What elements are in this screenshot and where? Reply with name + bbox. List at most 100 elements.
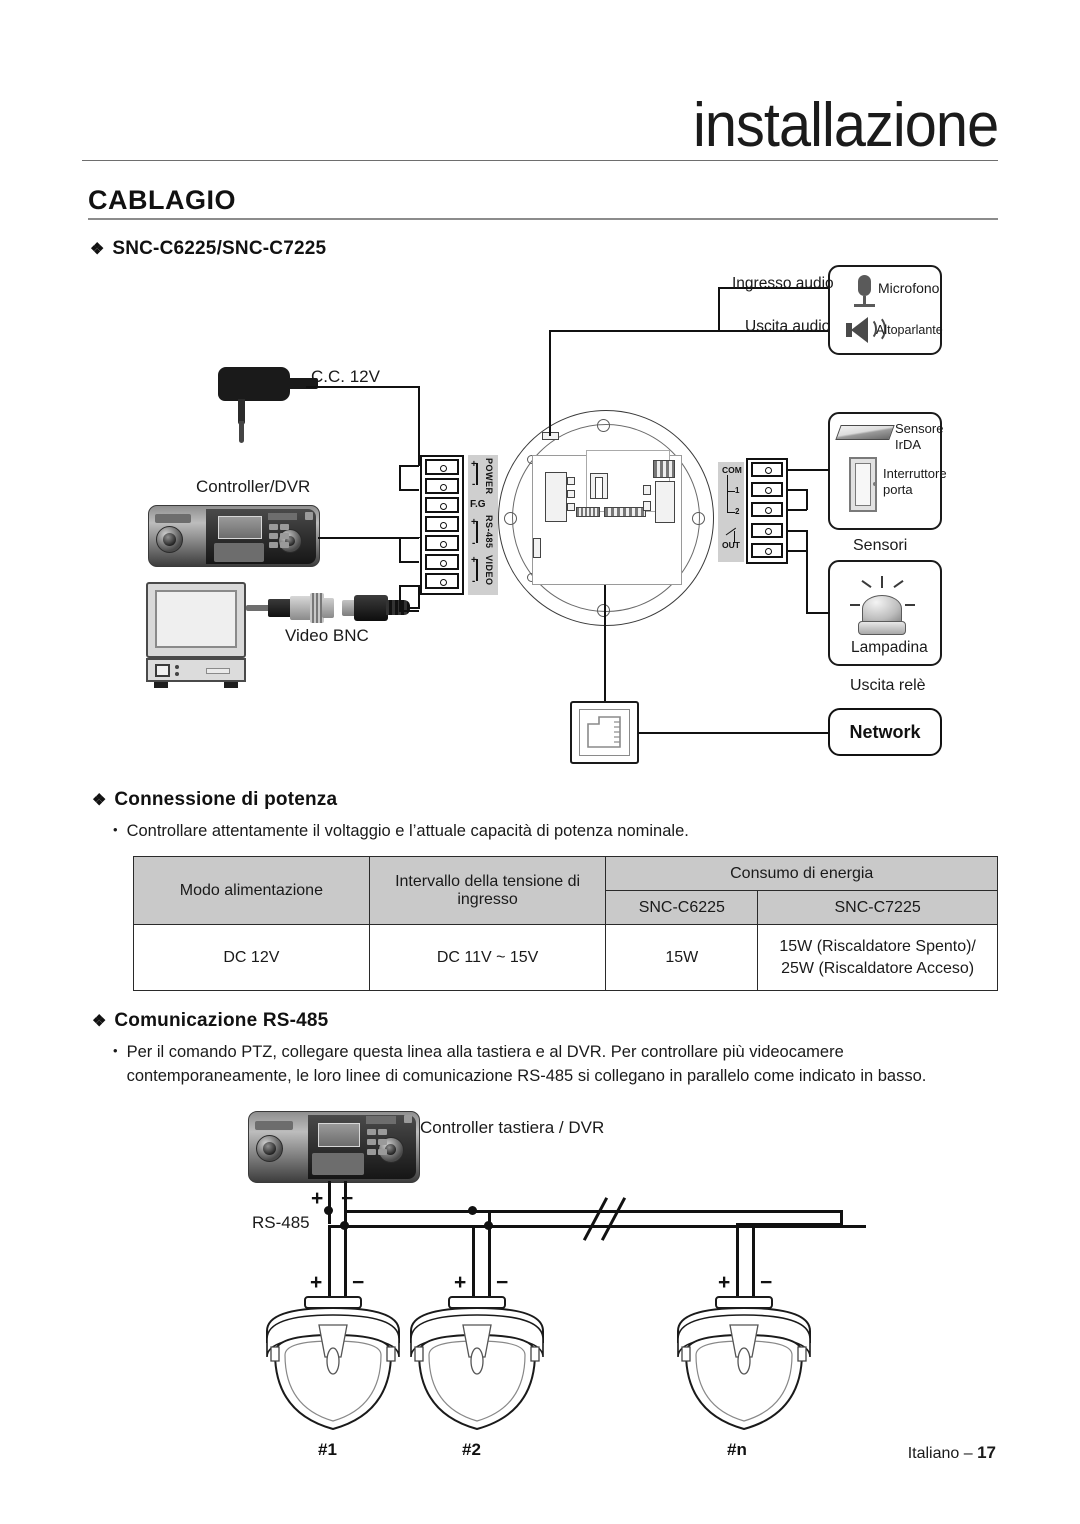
rs485-note-text: Per il comando PTZ, collegare questa lin… (127, 1041, 927, 1089)
wire-audio-out-h (549, 330, 719, 332)
dc-power-label: C.C. 12V (311, 367, 380, 386)
sensor-label-1: 1 (735, 486, 740, 495)
camera-id-2: #2 (462, 1440, 481, 1459)
cam1-minus-sign: − (352, 1271, 365, 1294)
relay-output-label: Uscita relè (850, 677, 926, 694)
wire-cam1-plus (328, 1225, 331, 1302)
wire-sensor-2b (787, 509, 807, 511)
network-box: Network (828, 708, 942, 756)
cam1-plus-sign: + (310, 1271, 323, 1294)
wiring-diagram-top: C.C. 12V Controller/DVR Video BNC + - PO… (0, 255, 1080, 775)
rs485-note: • Per il comando PTZ, collegare questa l… (113, 1041, 1013, 1089)
wiring-diagram-rs485: Controller tastiera / DVR + − RS-485 + −… (0, 1095, 1080, 1475)
dome-camera-1-icon (253, 1295, 413, 1440)
diamond-bullet-icon: ❖ (92, 792, 107, 809)
power-minus-sign: - (472, 479, 476, 490)
audio-out-label: Uscita audio (745, 318, 831, 335)
heading-power-label: Connessione di potenza (114, 789, 338, 810)
dome-camera-2-icon (397, 1295, 557, 1440)
wire-sensor-1 (787, 469, 829, 471)
sensors-label: Sensori (853, 537, 908, 554)
terminal-label-fg: F.G (470, 499, 486, 510)
wire-adapter-pin2 (399, 489, 419, 491)
wire-bnc-pin-v (399, 585, 401, 611)
microphone-label: Microfono (878, 280, 940, 296)
rs485-minus-sign: - (472, 538, 476, 549)
wire-bnc-pin2 (399, 610, 419, 612)
video-bnc-label: Video BNC (285, 626, 369, 645)
wire-camn-join (736, 1223, 842, 1226)
sensor-label-com: COM (722, 465, 742, 475)
footer-page-number: 17 (977, 1443, 996, 1462)
wire-controller-pin2 (399, 561, 419, 563)
heading-rs485: ❖ Comunicazione RS-485 (92, 1010, 328, 1032)
wire-controller-pin-v (399, 537, 401, 562)
power-note-text: Controllare attentamente il voltaggio e … (126, 822, 689, 840)
wire-cam2-minus (488, 1210, 491, 1302)
sensor-label-out: OUT (722, 540, 740, 550)
th-model-a: SNC-C6225 (605, 890, 759, 925)
rs485-note-line2: contemporaneamente, le loro linee di com… (126, 1066, 927, 1085)
bus-line-minus (344, 1210, 842, 1213)
cell-voltage-range: DC 11V ~ 15V (368, 924, 607, 991)
cell-consumption-a: 15W (605, 924, 759, 991)
cell-consumption-b-line1: 15W (Riscaldatore Spento)/ (779, 937, 976, 955)
section-title: CABLAGIO (88, 185, 236, 215)
door-switch-label-line2: porta (883, 482, 913, 497)
controller-dvr-label: Controller/DVR (196, 477, 311, 496)
dot-bullet-icon: • (113, 822, 118, 837)
diamond-bullet-icon: ❖ (92, 1013, 107, 1030)
page-title: installazione (692, 91, 999, 160)
wire-sensor-3v (806, 530, 808, 551)
wire-adapter-v (418, 386, 420, 466)
camera-id-1: #1 (318, 1440, 337, 1459)
audio-in-label: Ingresso audio (732, 275, 834, 292)
wire-adapter-h (306, 386, 419, 388)
section-divider (88, 218, 998, 220)
cell-mode: DC 12V (133, 924, 370, 991)
wire-sensor-3a (787, 530, 807, 532)
wire-ctrl-plus (328, 1181, 331, 1224)
camera-id-n: #n (727, 1440, 747, 1459)
irda-sensor-icon (835, 425, 895, 440)
camn-minus-sign: − (760, 1271, 773, 1294)
irda-label-line1: Sensore (895, 421, 944, 436)
wire-sensor-2a (787, 489, 807, 491)
wire-adapter-pin1 (399, 465, 419, 467)
wire-sensor-3b (787, 550, 807, 552)
lamp-label: Lampadina (851, 639, 928, 656)
th-model-b: SNC-C7225 (757, 890, 998, 925)
heading-rs485-label: Comunicazione RS-485 (114, 1010, 329, 1031)
wire-network-h (638, 732, 829, 734)
cell-consumption-b-line2: 25W (Riscaldatore Acceso) (781, 959, 975, 977)
page-header: installazione (0, 0, 1080, 175)
wire-cam2-plus (472, 1225, 475, 1302)
bus-node-plus-2 (468, 1206, 477, 1215)
bus-node-plus-1 (324, 1206, 333, 1215)
terminal-label-rs485: RS-485 (484, 515, 494, 549)
wire-camn-minus (752, 1225, 755, 1302)
dome-camera-n-icon (664, 1295, 824, 1440)
th-consumption: Consumo di energia (605, 856, 998, 891)
heading-power-connection: ❖ Connessione di potenza (92, 789, 337, 811)
audio-device-box (828, 265, 942, 355)
rs485-note-line1: Per il comando PTZ, collegare questa lin… (126, 1043, 844, 1061)
terminal-label-power: POWER (484, 458, 494, 495)
wire-ctrl-minus (344, 1181, 347, 1211)
cell-consumption-b: 15W (Riscaldatore Spento)/ 25W (Riscalda… (757, 924, 998, 991)
wire-audio-in-v (718, 287, 720, 331)
power-note: • Controllare attentamente il voltaggio … (113, 820, 993, 844)
wire-lamp-h (806, 612, 830, 614)
table-row: DC 12V DC 11V ~ 15V 15W 15W (Riscaldator… (133, 924, 998, 991)
sensor-label-2: 2 (735, 507, 740, 516)
controller-minus-sign: − (341, 1187, 354, 1210)
rs485-bus-label: RS-485 (252, 1213, 310, 1232)
irda-label-line2: IrDA (895, 437, 921, 452)
camn-plus-sign: + (718, 1271, 731, 1294)
wire-network-v (604, 585, 606, 702)
th-voltage-line1: Intervallo della tensione di (395, 872, 581, 890)
controller-plus-sign: + (311, 1187, 324, 1210)
wire-adapter-pin-v (399, 465, 401, 490)
wire-sensor-2v (806, 489, 808, 510)
page-footer: Italiano – 17 (908, 1443, 996, 1463)
